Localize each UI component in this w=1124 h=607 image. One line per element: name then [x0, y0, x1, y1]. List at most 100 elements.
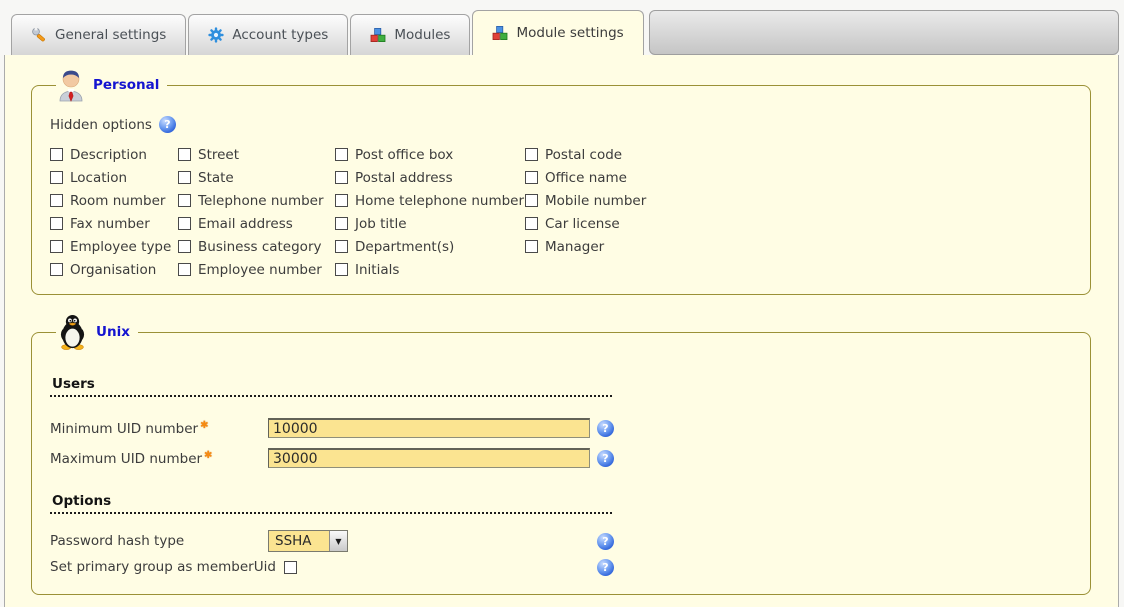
hidden-option-item[interactable]: Location [50, 170, 178, 186]
password-hash-select[interactable]: SSHA ▼ [268, 530, 348, 552]
hidden-option-label: Street [198, 147, 239, 163]
hidden-option-checkbox[interactable] [335, 240, 348, 253]
hidden-option-label: Email address [198, 216, 293, 232]
hidden-option-item[interactable]: Room number [50, 193, 178, 209]
hidden-option-label: Room number [70, 193, 165, 209]
hidden-option-item[interactable]: Job title [335, 216, 525, 232]
hidden-option-checkbox[interactable] [335, 194, 348, 207]
max-uid-input[interactable] [268, 448, 590, 468]
hidden-option-checkbox[interactable] [525, 194, 538, 207]
hidden-option-checkbox[interactable] [50, 171, 63, 184]
hidden-option-item[interactable]: Initials [335, 262, 525, 278]
hidden-option-label: Home telephone number [355, 193, 524, 209]
wrench-icon [31, 27, 47, 43]
tab-modules[interactable]: Modules [350, 14, 470, 55]
hidden-option-label: Post office box [355, 147, 453, 163]
hidden-option-checkbox[interactable] [178, 240, 191, 253]
min-uid-input[interactable] [268, 418, 590, 438]
help-icon[interactable]: ? [597, 533, 614, 550]
hidden-option-item[interactable]: Home telephone number [335, 193, 525, 209]
hidden-option-label: Manager [545, 239, 604, 255]
hidden-option-item[interactable]: State [178, 170, 335, 186]
hidden-option-item[interactable]: Employee number [178, 262, 335, 278]
max-uid-row: Maximum UID number✱ ? [50, 443, 614, 473]
hidden-options-grid: Description Street Post office box Posta… [50, 143, 1074, 281]
tab-bar-filler [649, 10, 1119, 55]
hidden-option-checkbox[interactable] [178, 217, 191, 230]
hidden-option-checkbox[interactable] [335, 171, 348, 184]
required-icon: ✱ [200, 420, 208, 431]
hidden-option-checkbox[interactable] [525, 240, 538, 253]
hidden-option-item[interactable]: Employee type [50, 239, 178, 255]
help-icon[interactable]: ? [597, 559, 614, 576]
hidden-option-label: Car license [545, 216, 620, 232]
hidden-option-item[interactable]: Street [178, 147, 335, 163]
hidden-option-checkbox[interactable] [178, 148, 191, 161]
tab-label: Module settings [516, 25, 623, 41]
section-title: Personal [93, 77, 159, 93]
hidden-option-label: State [198, 170, 234, 186]
tab-module-settings[interactable]: Module settings [472, 10, 643, 55]
hidden-option-item[interactable]: Email address [178, 216, 335, 232]
hidden-option-label: Description [70, 147, 147, 163]
hidden-option-checkbox[interactable] [525, 148, 538, 161]
hidden-option-item[interactable]: Department(s) [335, 239, 525, 255]
content-panel: Personal Hidden options ? Description St… [4, 55, 1119, 607]
hidden-option-item[interactable]: Office name [525, 170, 1074, 186]
tux-penguin-icon [58, 314, 87, 350]
help-icon[interactable]: ? [597, 450, 614, 467]
modules-icon [370, 27, 386, 43]
hidden-option-item[interactable]: Telephone number [178, 193, 335, 209]
hidden-option-label: Fax number [70, 216, 150, 232]
password-hash-row: Password hash type SSHA ▼ ? [50, 528, 614, 554]
personal-section: Personal Hidden options ? Description St… [31, 68, 1091, 295]
hidden-option-checkbox[interactable] [50, 194, 63, 207]
tab-general-settings[interactable]: General settings [11, 14, 186, 55]
hidden-option-item[interactable]: Postal code [525, 147, 1074, 163]
hidden-option-checkbox[interactable] [335, 217, 348, 230]
hidden-option-checkbox[interactable] [525, 217, 538, 230]
required-icon: ✱ [204, 450, 212, 461]
hidden-option-checkbox[interactable] [50, 217, 63, 230]
hidden-option-item[interactable]: Mobile number [525, 193, 1074, 209]
options-heading: Options [50, 493, 612, 514]
min-uid-row: Minimum UID number✱ ? [50, 413, 614, 443]
hidden-option-checkbox[interactable] [50, 263, 63, 276]
tab-account-types[interactable]: Account types [188, 14, 348, 55]
hidden-option-item[interactable]: Car license [525, 216, 1074, 232]
hidden-option-item[interactable]: Business category [178, 239, 335, 255]
hidden-options-label: Hidden options [50, 117, 152, 133]
hidden-option-label: Job title [355, 216, 407, 232]
hidden-option-label: Employee number [198, 262, 322, 278]
hidden-option-item[interactable]: Description [50, 147, 178, 163]
hidden-option-item[interactable]: Organisation [50, 262, 178, 278]
chevron-down-icon[interactable]: ▼ [329, 531, 347, 551]
password-hash-label: Password hash type [50, 533, 268, 549]
hidden-option-label: Department(s) [355, 239, 454, 255]
hidden-option-checkbox[interactable] [50, 148, 63, 161]
hidden-option-checkbox[interactable] [335, 263, 348, 276]
hidden-option-item[interactable]: Fax number [50, 216, 178, 232]
member-uid-label: Set primary group as memberUid [50, 559, 276, 575]
hidden-option-checkbox[interactable] [178, 171, 191, 184]
hidden-option-checkbox[interactable] [178, 263, 191, 276]
personal-legend: Personal [56, 68, 167, 102]
tab-label: General settings [55, 27, 166, 43]
hidden-option-label: Initials [355, 262, 399, 278]
help-icon[interactable]: ? [159, 116, 176, 133]
hidden-option-checkbox[interactable] [525, 171, 538, 184]
hidden-option-item[interactable]: Postal address [335, 170, 525, 186]
help-icon[interactable]: ? [597, 420, 614, 437]
hidden-option-label: Location [70, 170, 127, 186]
hidden-option-item[interactable]: Post office box [335, 147, 525, 163]
hidden-option-checkbox[interactable] [178, 194, 191, 207]
hidden-option-label: Postal address [355, 170, 453, 186]
hidden-option-checkbox[interactable] [335, 148, 348, 161]
hidden-option-item[interactable]: Manager [525, 239, 1074, 255]
hidden-option-checkbox[interactable] [50, 240, 63, 253]
hidden-option-label: Office name [545, 170, 627, 186]
max-uid-label: Maximum UID number✱ [50, 450, 268, 467]
member-uid-checkbox[interactable] [284, 561, 297, 574]
hidden-option-label: Mobile number [545, 193, 646, 209]
gear-icon [208, 27, 224, 43]
